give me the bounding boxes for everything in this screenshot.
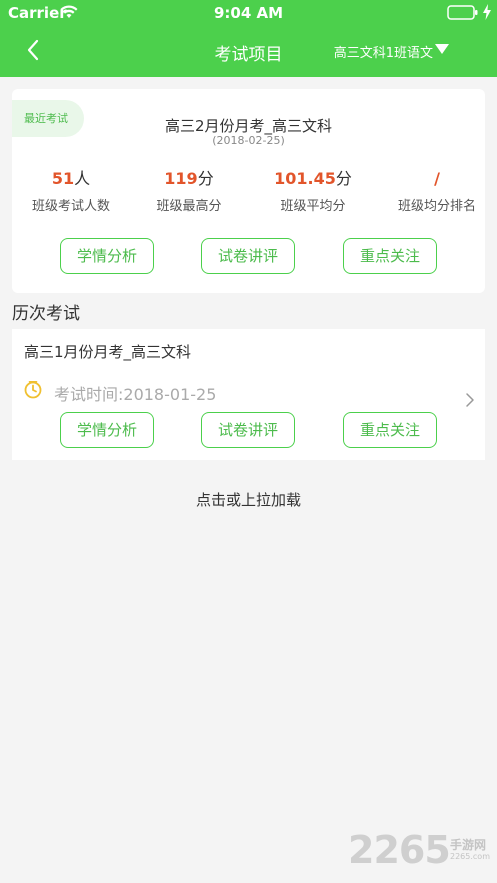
stat-participants: 51人 班级考试人数 bbox=[12, 169, 130, 214]
stat-rank: / 班级均分排名 bbox=[378, 169, 496, 214]
history-exam-title: 高三1月份月考_高三文科 bbox=[24, 343, 192, 361]
history-exam-time: 考试时间:2018-01-25 bbox=[54, 385, 217, 404]
key-focus-button[interactable]: 重点关注 bbox=[343, 412, 437, 448]
watermark-logo: 2265 手游网 2265.com bbox=[348, 828, 496, 874]
stat-value: 119 bbox=[164, 169, 198, 188]
stat-label: 班级平均分 bbox=[280, 199, 346, 214]
history-exam-card[interactable]: 高三1月份月考_高三文科 考试时间:2018-01-25 学情分析 试卷讲评 重… bbox=[12, 329, 485, 460]
paper-review-button[interactable]: 试卷讲评 bbox=[201, 238, 295, 274]
stat-label: 班级均分排名 bbox=[397, 199, 476, 214]
clock-icon bbox=[24, 381, 42, 399]
stat-unit: 分 bbox=[335, 169, 352, 188]
paper-review-button[interactable]: 试卷讲评 bbox=[201, 412, 295, 448]
watermark-url: 2265.com bbox=[450, 852, 490, 861]
latest-exam-date: (2018-02-25) bbox=[212, 134, 285, 147]
stat-unit: 分 bbox=[197, 169, 214, 188]
stat-label: 班级考试人数 bbox=[31, 199, 110, 214]
nav-bar: 考试项目 高三文科1班语文 bbox=[0, 26, 497, 77]
status-time: 9:04 AM bbox=[213, 4, 284, 22]
watermark-main: 2265 bbox=[348, 828, 451, 872]
stat-label: 班级最高分 bbox=[156, 199, 222, 214]
key-focus-button[interactable]: 重点关注 bbox=[343, 238, 437, 274]
stat-value: / bbox=[434, 169, 440, 188]
history-section-title: 历次考试 bbox=[12, 304, 80, 324]
watermark-sub: 手游网 bbox=[450, 838, 487, 852]
load-more-button[interactable]: 点击或上拉加载 bbox=[0, 489, 497, 510]
analysis-button[interactable]: 学情分析 bbox=[60, 412, 154, 448]
stat-value: 101.45 bbox=[274, 169, 336, 188]
chevron-right-icon[interactable] bbox=[465, 392, 475, 408]
analysis-button[interactable]: 学情分析 bbox=[60, 238, 154, 274]
latest-exam-card: 最近考试 高三2月份月考_高三文科 (2018-02-25) 51人 班级考试人… bbox=[12, 89, 485, 293]
stat-average: 101.45分 班级平均分 bbox=[254, 169, 372, 214]
app-header: Carrier 9:04 AM 考试项目 高三文科1班语文 bbox=[0, 0, 497, 77]
dropdown-triangle-icon[interactable] bbox=[435, 44, 449, 54]
stat-highest: 119分 班级最高分 bbox=[130, 169, 248, 214]
latest-exam-title: 高三2月份月考_高三文科 bbox=[164, 117, 333, 135]
class-selector[interactable]: 高三文科1班语文 bbox=[334, 42, 449, 61]
stat-value: 51 bbox=[51, 169, 75, 188]
battery-icon bbox=[447, 5, 478, 20]
status-bar: Carrier 9:04 AM bbox=[0, 0, 497, 26]
charging-bolt-icon bbox=[483, 4, 491, 20]
stat-unit: 人 bbox=[74, 169, 91, 188]
class-selector-label: 高三文科1班语文 bbox=[333, 46, 433, 61]
